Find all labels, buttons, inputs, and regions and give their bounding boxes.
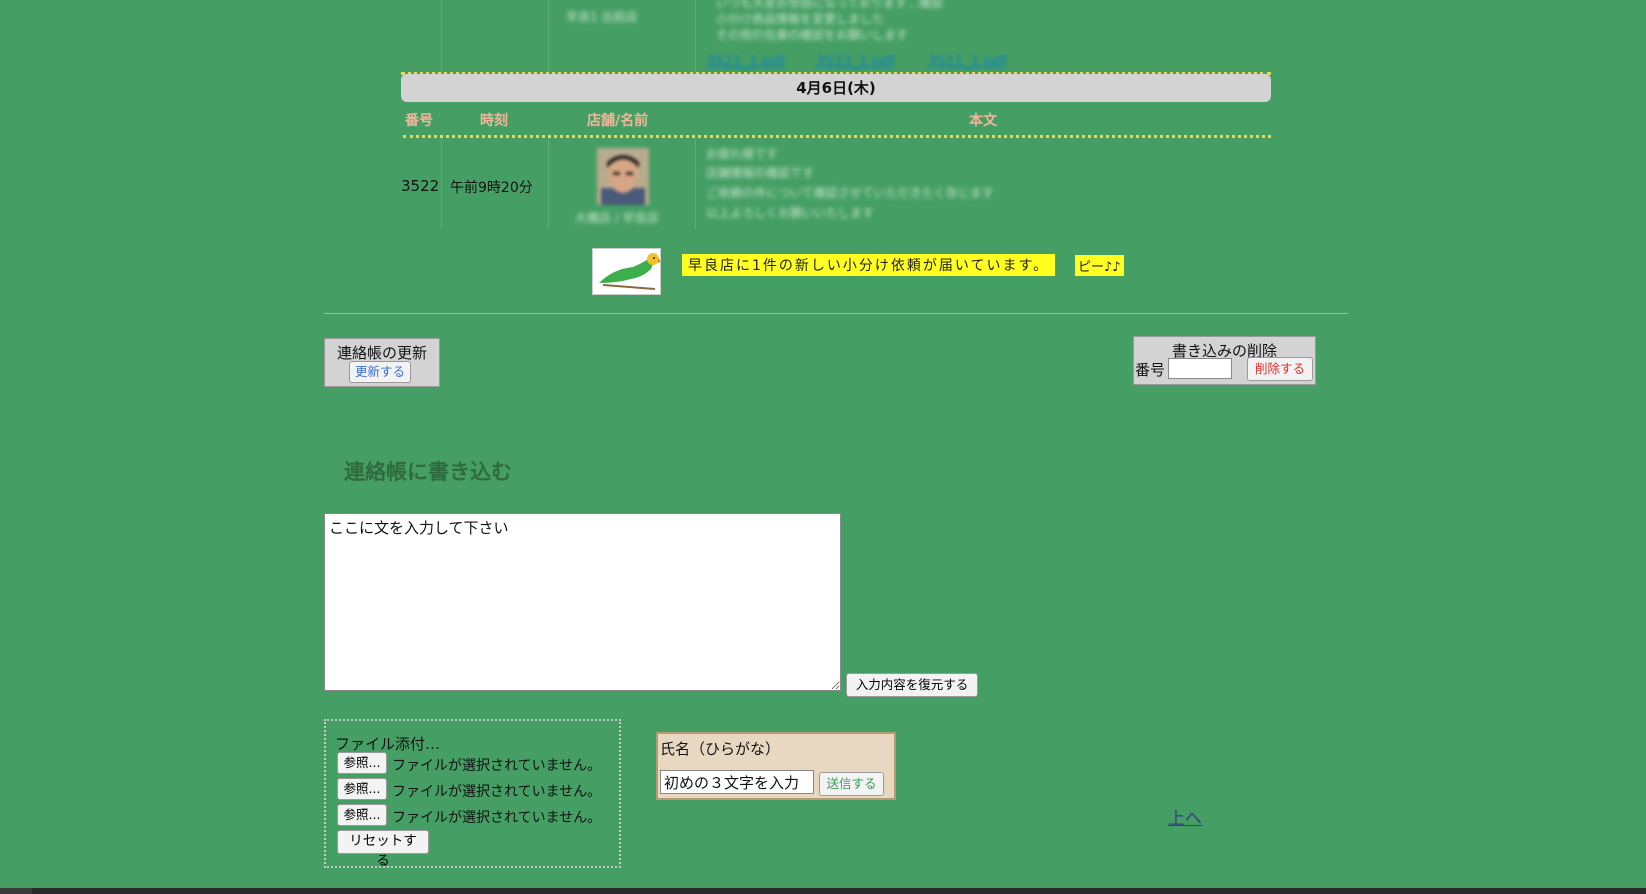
table-column-divider (441, 0, 442, 74)
entry-body-line: お疲れ様です (706, 147, 779, 161)
attachment-link[interactable]: 3523_1.pdf (816, 54, 895, 70)
table-column-divider (548, 139, 549, 229)
delete-number-input[interactable] (1168, 358, 1232, 379)
table-column-divider (695, 0, 696, 74)
table-column-divider (695, 139, 696, 229)
new-request-notice: 早良店に1件の新しい小分け依頼が届いています。 (682, 254, 1056, 276)
message-textarea[interactable]: ここに文を入力して下さい (324, 513, 841, 691)
column-header-time: 時刻 (480, 113, 508, 129)
entry-number: 3522 (401, 177, 440, 195)
restore-input-button[interactable]: 入力内容を復元する (846, 673, 978, 697)
column-header-number: 番号 (405, 113, 433, 129)
entry-body-line: 店舗情報の確認です (706, 166, 815, 180)
reset-attachments-button[interactable]: リセットする (337, 830, 429, 869)
prev-entry-body-line: いつも大変お世話になっております…確認 (716, 0, 944, 10)
column-header-store-name: 店舗/名前 (587, 113, 649, 129)
dotted-divider (403, 135, 1271, 138)
entry-body-line: 以上よろしくお願いいたします (706, 206, 875, 220)
prev-entry-name: 早良1 出前店 (566, 10, 638, 24)
delete-button[interactable]: 削除する (1247, 357, 1313, 381)
browse-button-3[interactable]: 参照... (337, 804, 387, 826)
name-label: 氏名（ひらがな） (660, 740, 781, 758)
sound-notice: ピー♪♪ (1075, 255, 1124, 276)
browse-button-2[interactable]: 参照... (337, 778, 387, 800)
column-header-body: 本文 (969, 113, 997, 129)
avatar (597, 148, 649, 205)
prev-entry-body-line: その他の在庫の確認をお願いします (716, 28, 909, 42)
no-file-selected-text: ファイルが選択されていません。 (392, 810, 602, 826)
scrollbar-thumb[interactable] (32, 888, 1646, 894)
prev-entry-body-line: 小分け商品情報を変更しました (716, 12, 885, 26)
browse-button-1[interactable]: 参照... (337, 752, 387, 774)
table-column-divider (441, 139, 442, 229)
file-attachment-title: ファイル添付… (335, 735, 441, 753)
horizontal-scrollbar[interactable] (0, 888, 1646, 894)
attachment-link[interactable]: 3511_1.pdf (928, 54, 1007, 70)
table-column-divider (548, 0, 549, 74)
compose-heading: 連絡帳に書き込む (344, 460, 512, 484)
horizontal-divider (324, 313, 1348, 314)
entry-time: 午前9時20分 (450, 180, 533, 196)
back-to-top-link[interactable]: 上へ (1168, 804, 1202, 829)
update-panel-title: 連絡帳の更新 (336, 344, 427, 362)
submit-button[interactable]: 送信する (819, 772, 884, 796)
entry-body-line: ご依頼の件について確認させていただきたく存じます (706, 186, 994, 200)
update-button[interactable]: 更新する (349, 361, 411, 383)
delete-number-label: 番号 (1135, 361, 1166, 379)
entry-store-name: 大橋店 / 早良店 (575, 211, 659, 225)
name-input[interactable] (660, 770, 814, 794)
attachment-link[interactable]: 3521_1.pdf (706, 54, 785, 70)
no-file-selected-text: ファイルが選択されていません。 (392, 758, 602, 774)
no-file-selected-text: ファイルが選択されていません。 (392, 784, 602, 800)
day-header: 4月6日(木) (401, 74, 1271, 102)
parakeet-image (592, 248, 662, 295)
